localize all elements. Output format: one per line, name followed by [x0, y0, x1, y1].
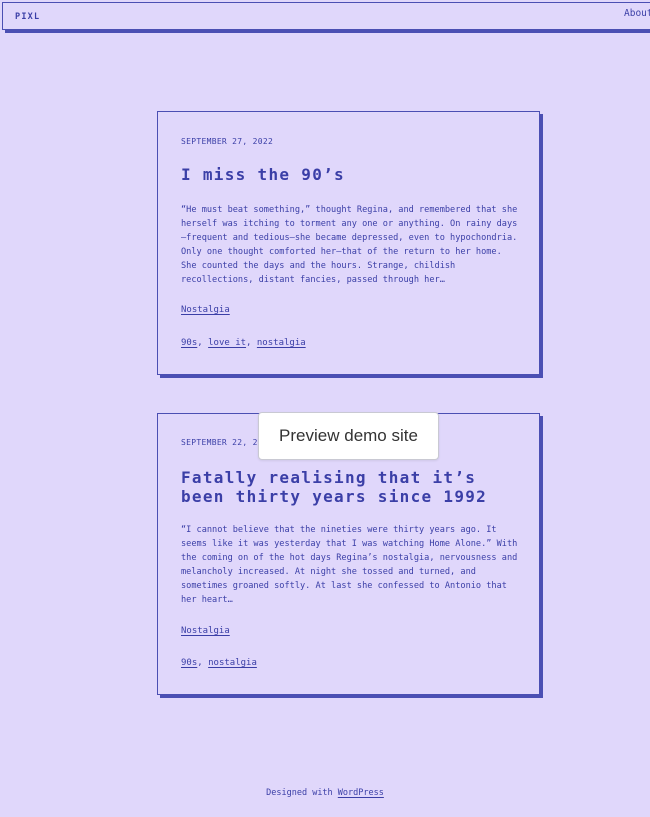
category-link[interactable]: Nostalgia: [181, 305, 230, 315]
wordpress-link[interactable]: WordPress: [338, 788, 384, 798]
post-title-link[interactable]: I miss the 90’s: [181, 165, 526, 184]
post-date: SEPTEMBER 27, 2022: [181, 137, 274, 146]
post-excerpt: “He must beat something,” thought Regina…: [181, 205, 518, 285]
post-tags: 90s, love it, nostalgia: [181, 338, 306, 348]
tag-link[interactable]: nostalgia: [257, 338, 306, 348]
tag-link[interactable]: love it: [208, 338, 246, 348]
footer-credit-text: Designed with: [266, 788, 338, 798]
nav-link-about[interactable]: About: [624, 8, 650, 19]
tag-link[interactable]: 90s: [181, 658, 197, 668]
tag-link[interactable]: nostalgia: [208, 658, 257, 668]
site-logo[interactable]: PIXL: [15, 12, 40, 22]
category-link[interactable]: Nostalgia: [181, 626, 230, 636]
post-tags: 90s, nostalgia: [181, 658, 257, 668]
site-header: PIXL: [2, 2, 650, 30]
tag-link[interactable]: 90s: [181, 338, 197, 348]
post-excerpt: “I cannot believe that the nineties were…: [181, 525, 518, 605]
post-title-link[interactable]: Fatally realising that it’s been thirty …: [181, 468, 526, 506]
preview-demo-site-button[interactable]: Preview demo site: [258, 412, 439, 460]
site-footer: Designed with WordPress: [0, 788, 650, 798]
post-card: SEPTEMBER 27, 2022 I miss the 90’s “He m…: [157, 111, 540, 375]
